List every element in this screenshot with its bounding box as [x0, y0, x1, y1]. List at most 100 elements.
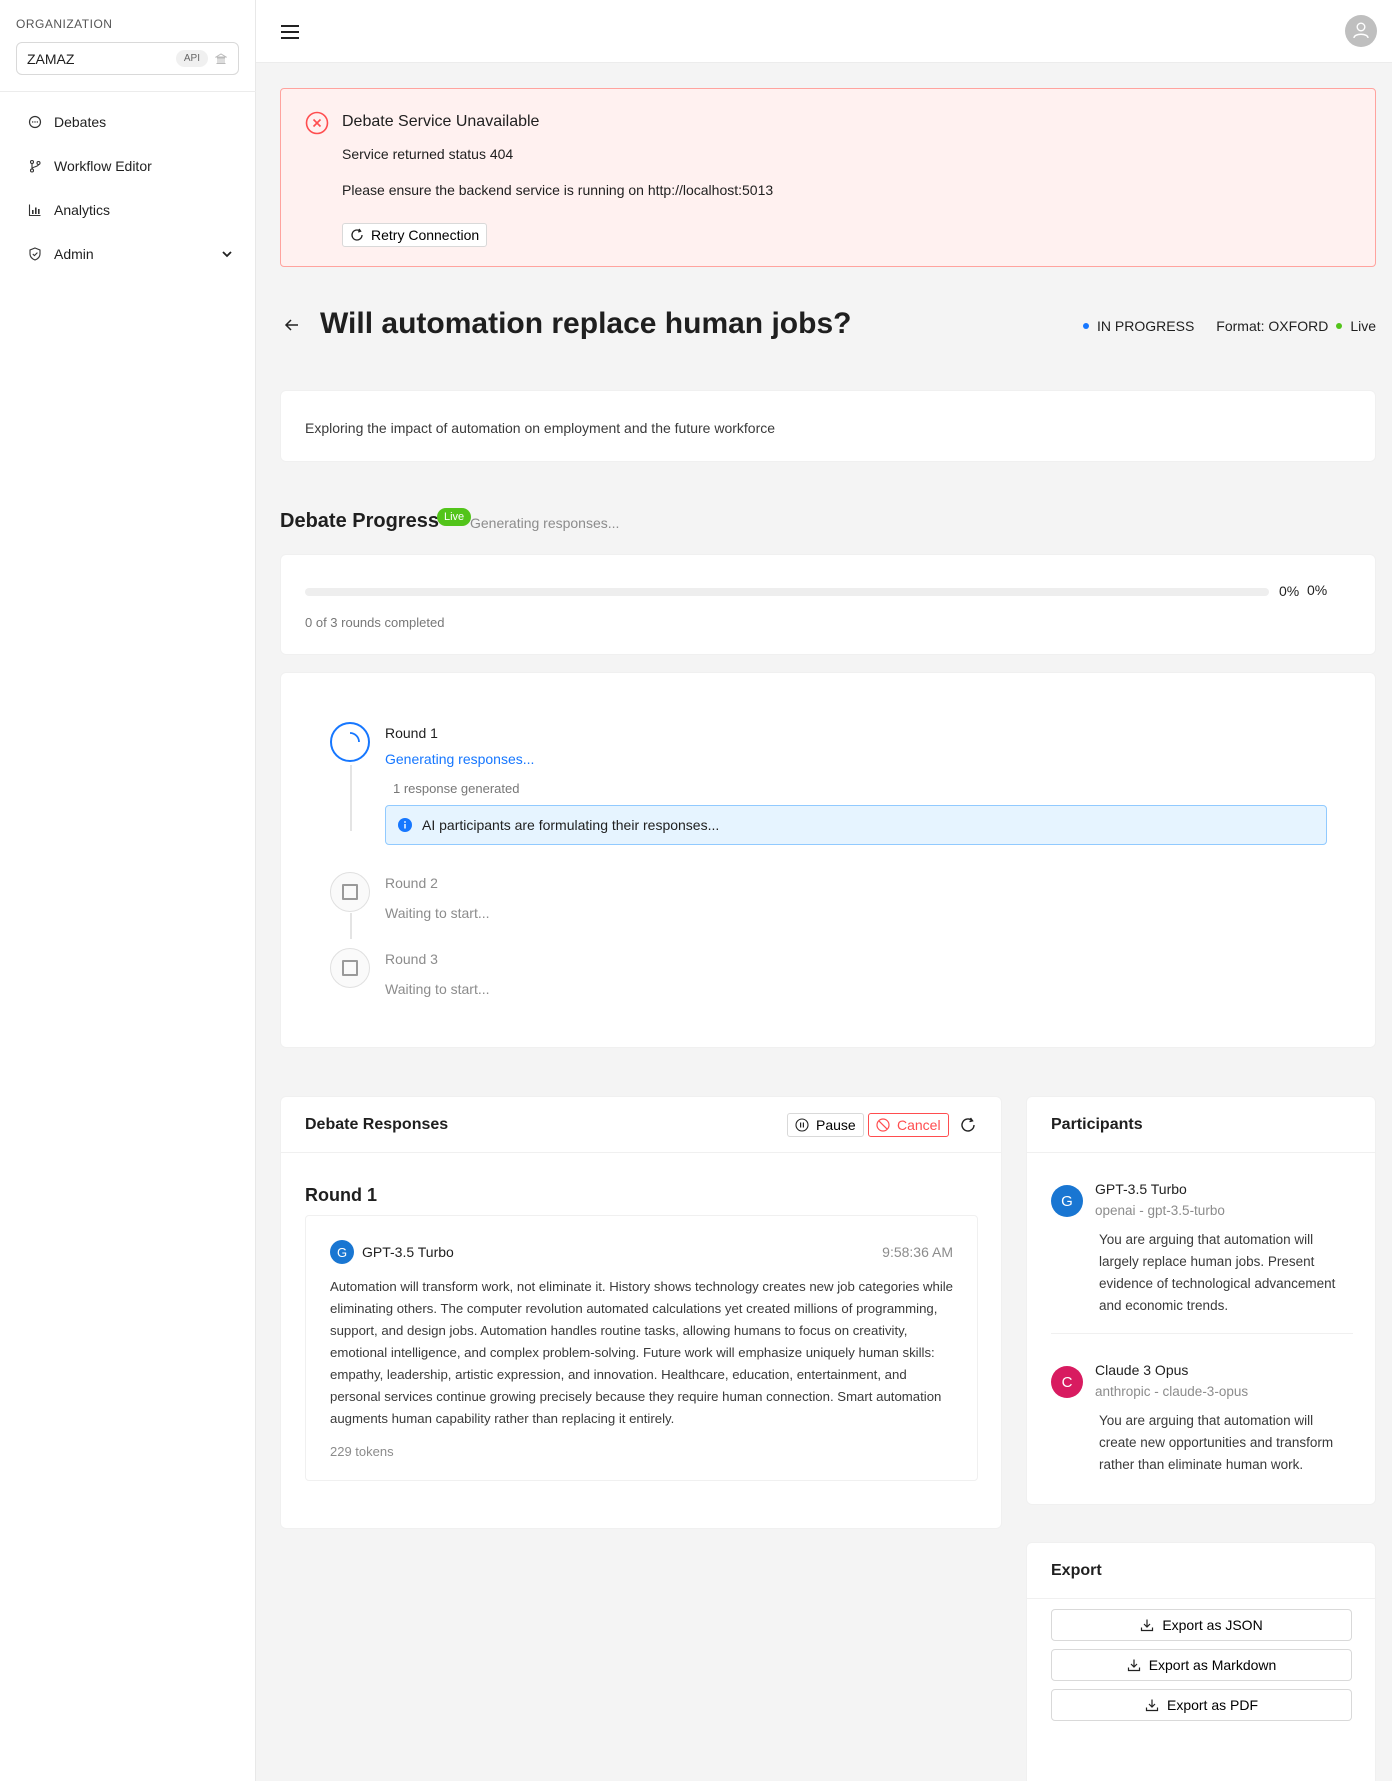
- sidebar-nav: Debates Workflow Editor Analytics Admin: [16, 100, 240, 276]
- export-json-button[interactable]: Export as JSON: [1051, 1609, 1352, 1641]
- round-3-status: Waiting to start...: [385, 981, 490, 997]
- debate-description: Exploring the impact of automation on em…: [305, 420, 776, 436]
- bank-icon: [214, 52, 228, 66]
- user-avatar[interactable]: [1345, 15, 1377, 47]
- participant-name: Claude 3 Opus: [1095, 1362, 1189, 1378]
- progress-percent: 0%: [1279, 583, 1300, 599]
- export-panel: Export Export as JSON Export as Markdown…: [1026, 1542, 1376, 1781]
- download-icon: [1145, 1698, 1159, 1712]
- reload-icon[interactable]: [960, 1117, 976, 1133]
- progress-bar: [305, 588, 1269, 596]
- pause-icon: [795, 1118, 809, 1132]
- sidebar-item-workflow-editor[interactable]: Workflow Editor: [16, 144, 240, 188]
- round-1-status: Generating responses...: [385, 751, 535, 767]
- chat-bubble-icon: [28, 115, 42, 129]
- download-icon: [1127, 1658, 1141, 1672]
- avatar: G: [330, 1240, 354, 1264]
- error-alert: Debate Service Unavailable Service retur…: [280, 88, 1376, 267]
- responses-round-title: Round 1: [305, 1185, 377, 1205]
- live-text: Live: [1350, 318, 1376, 334]
- response-item: G GPT-3.5 Turbo 9:58:36 AM Automation wi…: [305, 1215, 978, 1481]
- progress-heading: Debate Progress Live Generating response…: [280, 508, 1376, 548]
- info-message: AI participants are formulating their re…: [422, 817, 720, 833]
- format-text: Format: OXFORD: [1216, 318, 1329, 334]
- participant-name: GPT-3.5 Turbo: [1095, 1181, 1187, 1197]
- round-3-status-icon: [330, 948, 370, 988]
- debate-responses-panel: Debate Responses Pause Cancel Round 1 G …: [280, 1096, 1002, 1529]
- export-pdf-button[interactable]: Export as PDF: [1051, 1689, 1352, 1721]
- status-text: IN PROGRESS: [1097, 318, 1195, 334]
- response-timestamp: 9:58:36 AM: [882, 1244, 953, 1260]
- description-card: Exploring the impact of automation on em…: [280, 390, 1376, 462]
- sidebar-item-label: Analytics: [54, 202, 111, 218]
- live-dot: [1336, 323, 1343, 329]
- response-text: Automation will transform work, not elim…: [330, 1279, 954, 1426]
- square-icon: [342, 960, 358, 976]
- top-header: [256, 0, 1392, 63]
- hamburger-menu-icon[interactable]: [280, 22, 300, 42]
- user-icon: [1351, 20, 1371, 43]
- export-title: Export: [1051, 1562, 1102, 1579]
- participants-header: Participants: [1027, 1097, 1375, 1153]
- alert-message: Service returned status 404: [342, 146, 514, 162]
- pause-button[interactable]: Pause: [787, 1113, 864, 1137]
- pause-label: Pause: [816, 1117, 856, 1133]
- status-dot: [1083, 323, 1090, 329]
- participant-model: openai - gpt-3.5-turbo: [1095, 1203, 1225, 1218]
- alert-hint: Please ensure the backend service is run…: [342, 182, 774, 198]
- cancel-label: Cancel: [897, 1117, 941, 1133]
- alert-title: Debate Service Unavailable: [342, 113, 540, 130]
- export-json-label: Export as JSON: [1162, 1617, 1263, 1633]
- stop-icon: [876, 1118, 890, 1132]
- close-circle-icon: [305, 111, 329, 135]
- retry-label: Retry Connection: [371, 227, 480, 243]
- participant-divider: [1051, 1333, 1353, 1334]
- responses-title: Debate Responses: [305, 1116, 449, 1133]
- chevron-down-icon[interactable]: [220, 247, 234, 261]
- avatar: G: [1051, 1185, 1083, 1217]
- rounds-timeline: Round 1 Generating responses... 1 respon…: [280, 672, 1376, 1048]
- progress-subtitle: Generating responses...: [470, 515, 620, 531]
- retry-connection-button[interactable]: Retry Connection: [342, 223, 488, 247]
- round-2-status-icon: [330, 872, 370, 912]
- debate-meta: IN PROGRESS Format: OXFORD Live: [1083, 318, 1376, 334]
- organization-selector[interactable]: ZAMAZ API: [16, 42, 239, 75]
- live-badge: Live: [437, 508, 472, 526]
- response-model-name: GPT-3.5 Turbo: [362, 1244, 454, 1260]
- debate-title-row: Will automation replace human jobs? IN P…: [280, 302, 1376, 352]
- export-markdown-button[interactable]: Export as Markdown: [1051, 1649, 1352, 1681]
- rounds-completed-text: 0 of 3 rounds completed: [305, 615, 445, 630]
- participant-prompt: You are arguing that automation will cre…: [1099, 1413, 1334, 1472]
- api-badge: API: [175, 50, 208, 67]
- sidebar-item-label: Debates: [54, 114, 107, 130]
- sidebar-item-label: Workflow Editor: [54, 158, 152, 174]
- bar-chart-icon: [28, 203, 42, 217]
- timeline-connector: [350, 913, 352, 939]
- round-1-response-count: 1 response generated: [393, 781, 520, 796]
- response-token-count: 229 tokens: [330, 1444, 394, 1459]
- organization-label: ORGANIZATION: [16, 17, 113, 31]
- sidebar-item-debates[interactable]: Debates: [16, 100, 240, 144]
- cancel-button[interactable]: Cancel: [868, 1113, 949, 1137]
- round-1-status-icon: [330, 722, 370, 762]
- reload-icon: [350, 228, 364, 242]
- sidebar-item-admin[interactable]: Admin: [16, 232, 240, 276]
- avatar: C: [1051, 1366, 1083, 1398]
- round-3-title: Round 3: [385, 951, 438, 967]
- spinner-icon: [349, 732, 360, 743]
- participant-model: anthropic - claude-3-opus: [1095, 1384, 1249, 1399]
- round-2-status: Waiting to start...: [385, 905, 490, 921]
- organization-name: ZAMAZ: [27, 50, 75, 67]
- participants-title: Participants: [1051, 1116, 1143, 1133]
- sidebar-item-analytics[interactable]: Analytics: [16, 188, 240, 232]
- round-1-info-alert: AI participants are formulating their re…: [385, 805, 1327, 845]
- arrow-left-icon[interactable]: [284, 317, 300, 333]
- round-2-title: Round 2: [385, 875, 438, 891]
- participant-prompt: You are arguing that automation will lar…: [1099, 1232, 1336, 1313]
- progress-title: Debate Progress: [280, 510, 439, 532]
- participants-panel: Participants G GPT-3.5 Turbo openai - gp…: [1026, 1096, 1376, 1505]
- shield-icon: [28, 247, 42, 261]
- progress-card: 0% 0% 0 of 3 rounds completed: [280, 554, 1376, 655]
- sidebar: ORGANIZATION ZAMAZ API Debates Workflow …: [0, 0, 256, 1781]
- square-icon: [342, 884, 358, 900]
